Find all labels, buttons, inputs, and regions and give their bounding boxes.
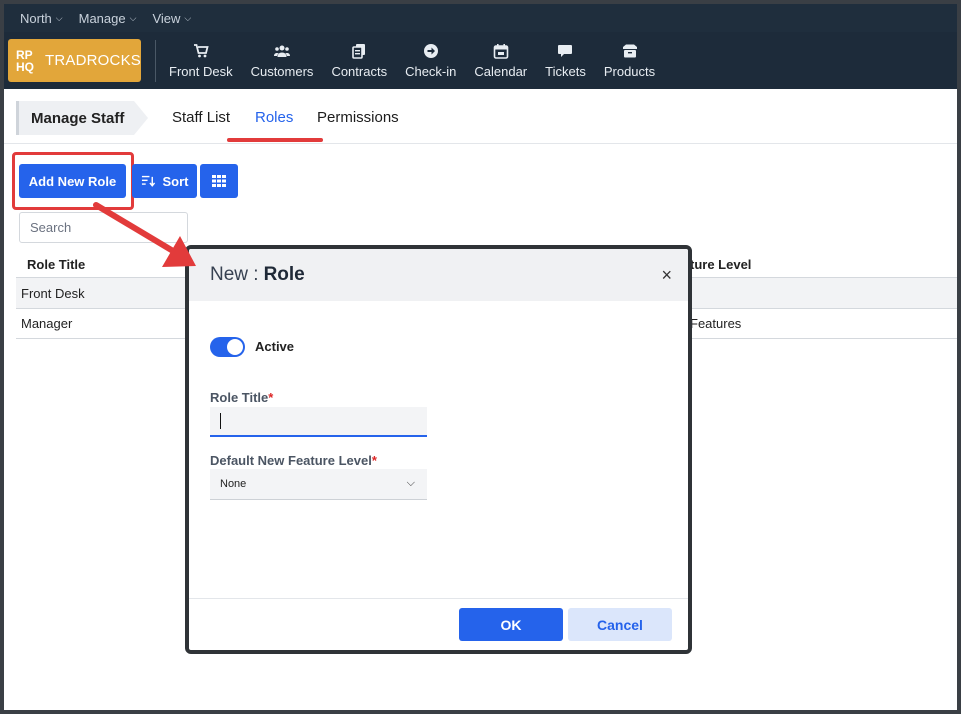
menu-view-label: View — [152, 10, 181, 26]
arrow-circle-icon — [423, 43, 438, 58]
role-title-field[interactable] — [210, 407, 427, 437]
nav-check-in-label: Check-in — [405, 63, 457, 79]
sort-icon — [141, 175, 155, 187]
users-icon — [274, 45, 290, 57]
active-toggle-label: Active — [255, 339, 295, 354]
new-role-dialog: New : Role × Active Role Title* Default … — [185, 245, 692, 654]
sort-button[interactable]: Sort — [132, 164, 197, 198]
nav-tickets[interactable]: Tickets — [536, 43, 595, 79]
role-title-label-text: Role Title — [210, 390, 269, 405]
cart-icon — [193, 43, 209, 57]
brand-name: TRADROCKS — [45, 52, 141, 69]
search-input[interactable]: Search — [19, 212, 188, 243]
column-grid-button[interactable] — [200, 164, 238, 198]
feature-level-select[interactable]: None ⌵ — [210, 469, 427, 500]
box-icon — [622, 44, 637, 57]
nav-products[interactable]: Products — [595, 43, 664, 79]
dialog-title-entity: Role — [263, 264, 305, 285]
active-tab-highlight — [227, 138, 323, 142]
dialog-header: New : Role × — [189, 249, 688, 301]
active-toggle[interactable] — [210, 337, 245, 357]
nav-front-desk-label: Front Desk — [169, 63, 233, 79]
nav-customers[interactable]: Customers — [242, 43, 323, 79]
nav-calendar-label: Calendar — [474, 63, 528, 79]
calendar-icon — [493, 43, 509, 59]
brand-mark-line2: HQ — [16, 59, 34, 74]
nav-products-label: Products — [603, 63, 656, 79]
toggle-knob — [227, 339, 243, 355]
role-title-cell: Manager — [21, 315, 73, 331]
menu-manage[interactable]: Manage ⌵ — [79, 11, 137, 26]
menu-view[interactable]: View ⌵ — [152, 11, 191, 26]
tab-roles[interactable]: Roles — [255, 109, 293, 126]
contracts-icon — [352, 43, 366, 59]
nav-contracts[interactable]: Contracts — [322, 43, 396, 79]
chevron-down-icon: ⌵ — [55, 12, 63, 23]
brand-mark-line1: RP — [16, 47, 33, 62]
tab-staff-list[interactable]: Staff List — [172, 109, 230, 126]
app-window: North ⌵ Manage ⌵ View ⌵ RP HQ TRADROCKS … — [0, 0, 961, 714]
dialog-footer: OK Cancel — [189, 598, 688, 650]
column-header-role-title[interactable]: Role Title — [27, 257, 85, 272]
ok-button[interactable]: OK — [459, 608, 563, 641]
feature-level-cell: Features — [690, 315, 742, 331]
nav-front-desk[interactable]: Front Desk — [160, 43, 242, 79]
dialog-title-prefix: New : — [210, 264, 259, 285]
brand-mark: RP HQ — [16, 49, 37, 73]
role-title-cell: Front Desk — [21, 285, 85, 301]
text-caret — [220, 413, 221, 429]
nav-divider — [155, 39, 156, 82]
column-header-feature-level[interactable]: ture Level — [690, 257, 751, 272]
menu-north[interactable]: North ⌵ — [20, 11, 63, 26]
role-title-label: Role Title* — [210, 390, 273, 405]
breadcrumb: Manage Staff — [16, 101, 148, 135]
chevron-down-icon: ⌵ — [129, 12, 137, 23]
cancel-button[interactable]: Cancel — [568, 608, 672, 641]
nav-contracts-label: Contracts — [331, 63, 388, 79]
nav-check-in[interactable]: Check-in — [396, 43, 465, 79]
nav-customers-label: Customers — [250, 63, 314, 79]
brand-logo[interactable]: RP HQ TRADROCKS — [8, 39, 141, 82]
add-new-role-button[interactable]: Add New Role — [19, 164, 126, 198]
grid-icon — [212, 175, 226, 187]
nav-calendar[interactable]: Calendar — [465, 43, 536, 79]
main-nav-bar: RP HQ TRADROCKS Front Desk Customers Con… — [4, 32, 957, 89]
feature-level-label: Default New Feature Level* — [210, 453, 377, 468]
top-menu-bar: North ⌵ Manage ⌵ View ⌵ — [4, 4, 957, 32]
page-subheader: Manage Staff Staff List Roles Permission… — [4, 89, 957, 144]
required-marker: * — [268, 390, 274, 405]
menu-manage-label: Manage — [78, 10, 126, 26]
sort-button-label: Sort — [162, 173, 189, 189]
tab-permissions[interactable]: Permissions — [317, 109, 399, 126]
chevron-down-icon: ⌵ — [184, 12, 192, 23]
required-marker: * — [371, 453, 377, 468]
feature-level-selected: None — [220, 478, 247, 490]
nav-tickets-label: Tickets — [545, 63, 586, 79]
menu-north-label: North — [20, 10, 52, 26]
chevron-down-icon: ⌵ — [406, 477, 415, 489]
close-icon[interactable]: × — [661, 265, 672, 286]
chat-icon — [558, 44, 573, 57]
feature-level-label-text: Default New Feature Level — [210, 453, 372, 468]
